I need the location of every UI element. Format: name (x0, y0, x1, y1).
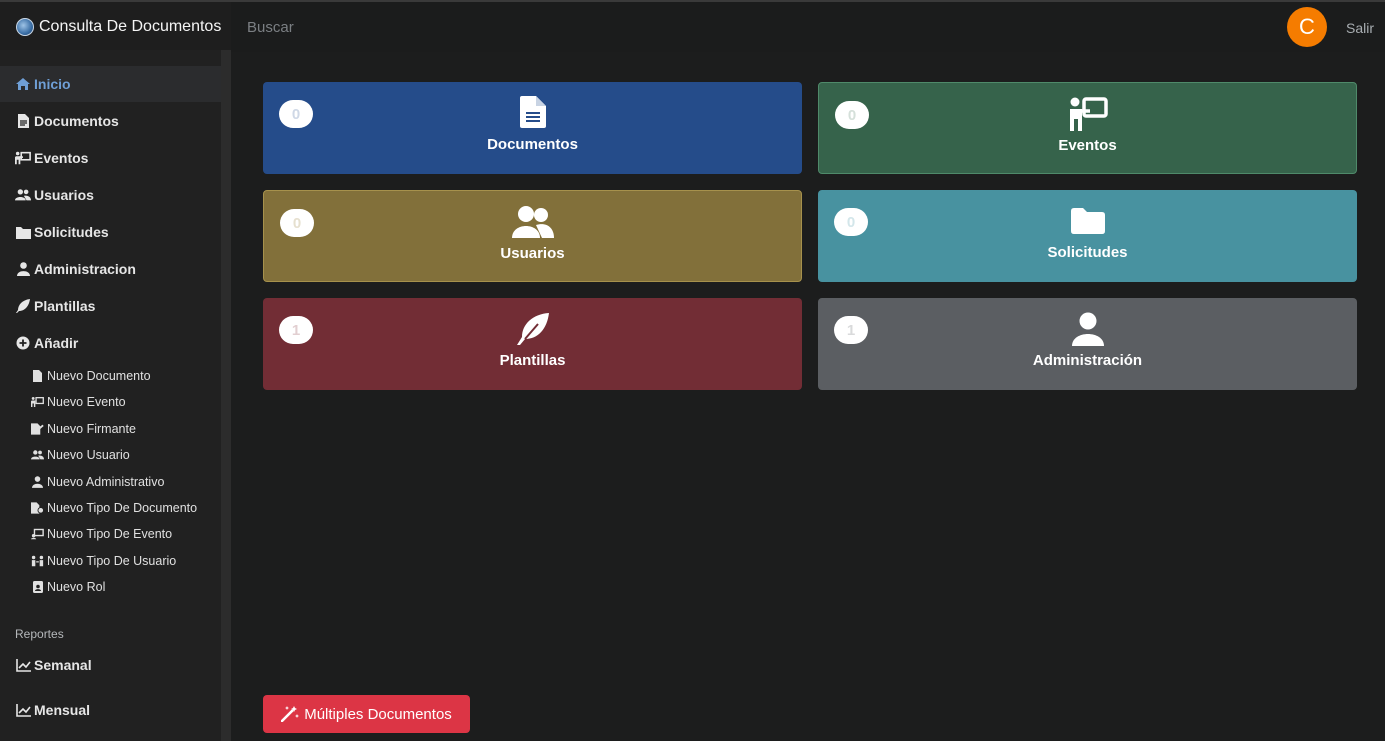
chart-line-icon (15, 703, 31, 717)
sidebar-item-label: Administracion (34, 261, 136, 277)
sidebar-item-label: Usuarios (34, 187, 94, 203)
sub-item-label: Nuevo Firmante (47, 422, 136, 436)
sub-item-label: Nuevo Tipo De Evento (47, 527, 173, 541)
sidebar-item-anadir[interactable]: Añadir (0, 325, 221, 361)
card-label: Solicitudes (1047, 244, 1128, 261)
feather-icon (263, 312, 802, 348)
board-icon (31, 528, 44, 540)
sub-item-label: Nuevo Tipo De Usuario (47, 554, 177, 568)
presentation-icon (31, 396, 44, 408)
card-documentos[interactable]: 0 Documentos (263, 82, 802, 174)
id-badge-icon (31, 581, 44, 593)
sub-item-nuevo-evento[interactable]: Nuevo Evento (31, 391, 126, 413)
card-label: Plantillas (499, 352, 566, 369)
sub-item-label: Nuevo Administrativo (47, 475, 165, 489)
signature-icon (31, 423, 44, 435)
top-navbar: Consulta De Documentos C Salir (0, 0, 1385, 52)
people-arrows-icon (31, 555, 44, 567)
sidebar-item-documentos[interactable]: Documentos (0, 103, 221, 139)
sidebar-item-label: Mensual (34, 702, 91, 718)
sidebar-item-eventos[interactable]: Eventos (0, 140, 221, 176)
magic-wand-icon (280, 706, 300, 723)
sidebar-scrollbar[interactable] (221, 50, 231, 741)
sub-item-label: Nuevo Usuario (47, 448, 130, 462)
sub-item-nuevo-usuario[interactable]: Nuevo Usuario (31, 444, 130, 466)
multiple-documents-button[interactable]: Múltiples Documentos (263, 695, 470, 733)
card-solicitudes[interactable]: 0 Solicitudes (818, 190, 1357, 282)
sub-item-nuevo-firmante[interactable]: Nuevo Firmante (31, 418, 136, 440)
users-icon (31, 449, 44, 461)
sidebar-item-label: Inicio (34, 76, 71, 92)
sidebar-item-plantillas[interactable]: Plantillas (0, 288, 221, 324)
card-plantillas[interactable]: 1 Plantillas (263, 298, 802, 390)
user-avatar[interactable]: C (1287, 7, 1327, 47)
sidebar-item-label: Semanal (34, 657, 92, 673)
sub-item-label: Nuevo Documento (47, 369, 151, 383)
sidebar-item-mensual[interactable]: Mensual (0, 692, 221, 728)
home-icon (15, 77, 31, 91)
sub-item-nuevo-tipo-evento[interactable]: Nuevo Tipo De Evento (31, 523, 172, 545)
logout-link[interactable]: Salir (1346, 20, 1374, 36)
sub-item-nuevo-rol[interactable]: Nuevo Rol (31, 576, 105, 598)
sub-item-label: Nuevo Tipo De Documento (47, 501, 198, 515)
card-label: Usuarios (500, 245, 565, 262)
sidebar-item-label: Añadir (34, 335, 79, 351)
brand[interactable]: Consulta De Documentos (0, 2, 231, 52)
card-administracion[interactable]: 1 Administración (818, 298, 1357, 390)
sub-item-nuevo-documento[interactable]: Nuevo Documento (31, 365, 151, 387)
app-title: Consulta De Documentos (39, 18, 222, 35)
users-icon (15, 188, 31, 202)
card-usuarios[interactable]: 0 Usuarios (263, 190, 802, 282)
reports-section-label: Reportes (15, 627, 64, 641)
plus-circle-icon (15, 336, 31, 350)
feather-icon (15, 299, 31, 313)
chart-line-icon (15, 658, 31, 672)
card-label: Eventos (1058, 137, 1117, 154)
sidebar-item-label: Plantillas (34, 298, 96, 314)
sidebar-item-solicitudes[interactable]: Solicitudes (0, 214, 221, 250)
users-icon (264, 205, 801, 241)
user-icon (31, 476, 44, 488)
search-input[interactable] (231, 2, 731, 52)
sub-item-label: Nuevo Evento (47, 395, 126, 409)
user-icon (15, 262, 31, 276)
folder-icon (818, 204, 1357, 240)
sidebar-item-label: Documentos (34, 113, 119, 129)
sub-item-label: Nuevo Rol (47, 580, 106, 594)
sidebar-item-usuarios[interactable]: Usuarios (0, 177, 221, 213)
card-label: Administración (1032, 352, 1143, 369)
presentation-icon (15, 151, 31, 165)
file-icon (15, 114, 31, 128)
user-icon (818, 312, 1357, 348)
sidebar-item-administracion[interactable]: Administracion (0, 251, 221, 287)
sidebar-item-label: Eventos (34, 150, 89, 166)
file-gear-icon (31, 502, 44, 514)
card-eventos[interactable]: 0 Eventos (818, 82, 1357, 174)
presentation-icon (819, 97, 1356, 133)
sidebar-item-semanal[interactable]: Semanal (0, 647, 221, 683)
sidebar-item-inicio[interactable]: Inicio (0, 66, 221, 102)
sub-item-nuevo-tipo-documento[interactable]: Nuevo Tipo De Documento (31, 497, 197, 519)
file-icon (31, 370, 44, 382)
folder-icon (15, 225, 31, 239)
card-label: Documentos (487, 136, 578, 153)
multiple-documents-label: Múltiples Documentos (304, 705, 452, 723)
sidebar: Inicio Documentos Eventos Usuarios Solic… (0, 50, 231, 741)
sub-item-nuevo-administrativo[interactable]: Nuevo Administrativo (31, 471, 164, 493)
sidebar-item-label: Solicitudes (34, 224, 109, 240)
file-icon (263, 96, 802, 132)
sub-item-nuevo-tipo-usuario[interactable]: Nuevo Tipo De Usuario (31, 550, 176, 572)
app-logo-icon (16, 18, 34, 36)
